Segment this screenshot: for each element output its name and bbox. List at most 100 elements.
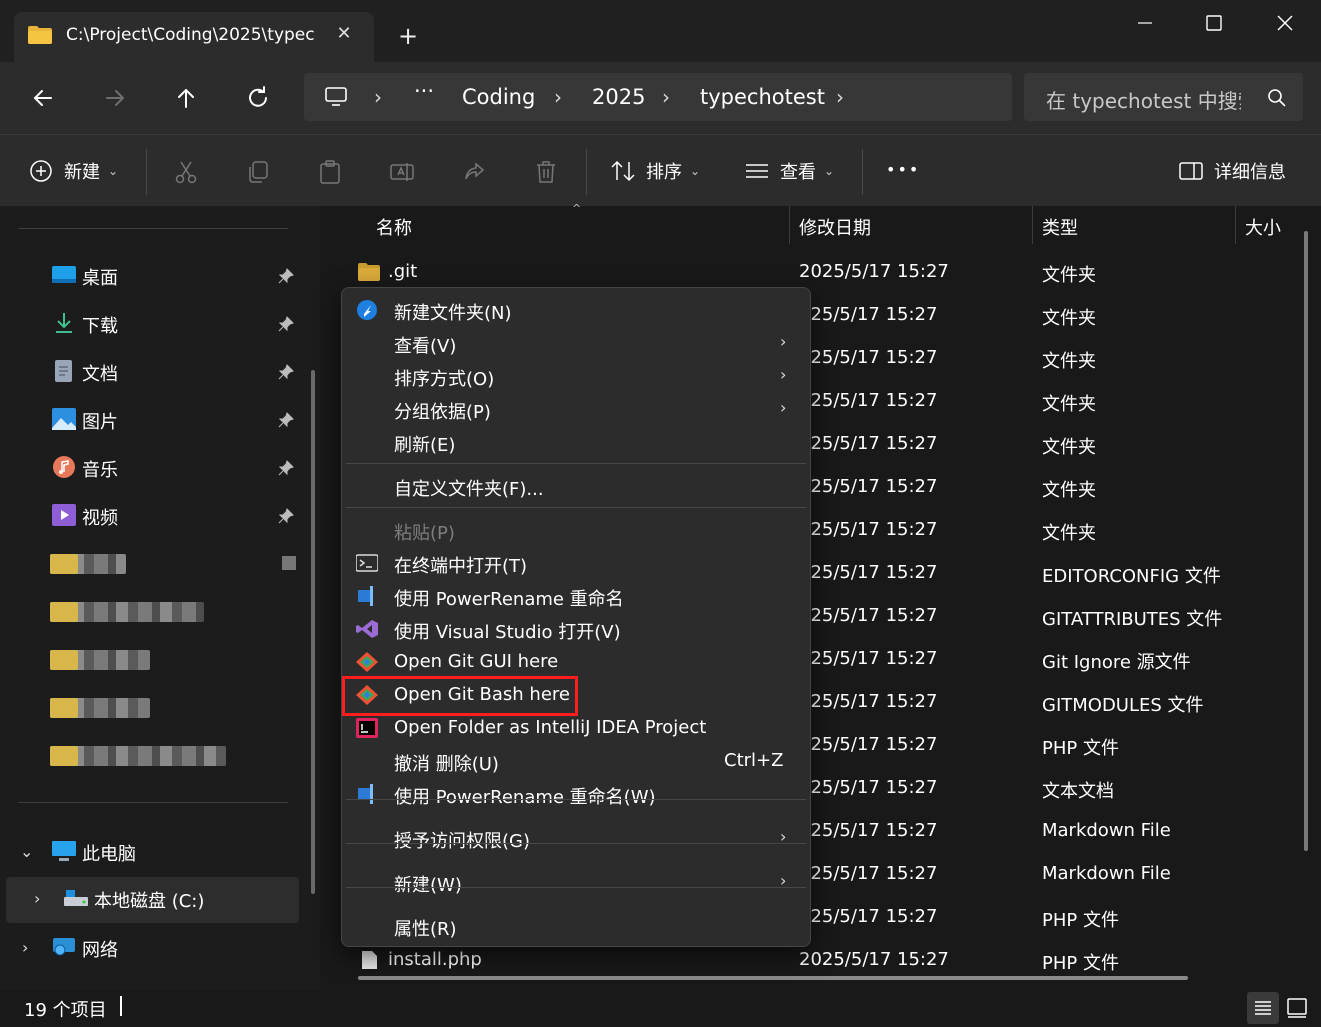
column-header-type[interactable]: 类型 [1042, 214, 1078, 240]
refresh-button[interactable] [240, 80, 276, 116]
sidebar-item-local-disk[interactable]: › 本地磁盘 (C:) [6, 877, 299, 923]
column-header-size[interactable]: 大小 [1245, 214, 1281, 240]
search-box[interactable]: 在 typechotest 中搜索 [1024, 73, 1303, 121]
context-menu-item[interactable]: 分组依据(P) › [342, 392, 810, 425]
context-menu-item[interactable]: 使用 PowerRename 重命名 [342, 579, 810, 612]
divider [862, 149, 863, 195]
column-divider[interactable] [1235, 206, 1236, 244]
share-icon[interactable] [461, 159, 487, 185]
context-menu-item-label: Open Folder as IntelliJ IDEA Project [394, 717, 707, 738]
file-type: Markdown File [1042, 863, 1171, 884]
context-menu-item[interactable]: 在终端中打开(T) [342, 546, 810, 579]
pin-icon [278, 460, 294, 476]
sort-ascending-icon: ^ [572, 202, 582, 215]
maximize-button[interactable] [1199, 8, 1229, 38]
context-menu-item[interactable]: Open Git GUI here [342, 645, 810, 678]
breadcrumb-chevron-icon[interactable]: › [836, 85, 844, 109]
chevron-right-icon[interactable]: › [34, 889, 40, 908]
context-menu-item[interactable]: 自定义文件夹(F)... [342, 469, 810, 502]
new-button[interactable]: 新建 ⌄ [28, 155, 118, 187]
context-menu-item[interactable]: 查看(V) › [342, 326, 810, 359]
file-modified: 025/5/17 15:27 [799, 691, 938, 712]
breadcrumb-chevron-icon[interactable]: › [554, 85, 562, 109]
minimize-button[interactable] [1130, 8, 1160, 38]
search-placeholder[interactable]: 在 typechotest 中搜索 [1046, 85, 1241, 114]
search-icon[interactable] [1267, 88, 1287, 108]
close-window-button[interactable] [1270, 8, 1300, 38]
breadcrumb-coding[interactable]: Coding [462, 85, 535, 109]
back-button[interactable] [25, 80, 61, 116]
more-options-button[interactable]: ••• [886, 153, 920, 185]
up-button[interactable] [168, 80, 204, 116]
column-divider[interactable] [1032, 206, 1033, 244]
sort-label: 排序 [646, 162, 682, 183]
sidebar-scrollbar[interactable] [311, 370, 315, 894]
context-menu: 新建文件夹(N) 查看(V) › 排序方式(O) › 分组依据(P) › 刷新(E) 自定义文件… [341, 287, 811, 947]
address-bar[interactable]: › ··· Coding › 2025 › typechotest › [304, 73, 1012, 121]
context-menu-item[interactable]: 属性(R) [342, 909, 810, 942]
sidebar-item-label: 文档 [82, 364, 118, 385]
breadcrumb-chevron-icon[interactable]: › [374, 85, 382, 109]
sidebar-item-blurred[interactable] [0, 590, 310, 634]
breadcrumb-chevron-icon[interactable]: › [662, 85, 670, 109]
sidebar-item-label: 本地磁盘 (C:) [94, 891, 205, 912]
sidebar-item-documents[interactable]: 文档 [0, 350, 310, 394]
sidebar-item-videos[interactable]: 视频 [0, 494, 310, 538]
rename-icon[interactable] [389, 159, 415, 185]
sort-button[interactable]: 排序 ⌄ [610, 155, 700, 187]
video-icon [52, 504, 76, 526]
new-tab-button[interactable]: + [394, 22, 422, 50]
context-menu-item[interactable]: 使用 PowerRename 重命名(W) [342, 777, 810, 810]
column-header-name[interactable]: 名称 [376, 214, 412, 240]
context-menu-item[interactable]: 授予访问权限(G) › [342, 821, 810, 854]
sidebar-item-music[interactable]: 音乐 [0, 446, 310, 490]
chevron-right-icon[interactable]: › [22, 938, 28, 957]
explorer-tab[interactable]: C:\Project\Coding\2025\typechotest ✕ [14, 12, 374, 62]
breadcrumb-ellipsis[interactable]: ··· [414, 79, 434, 103]
large-icons-view-icon[interactable] [1281, 992, 1313, 1024]
context-menu-item-label: 分组依据(P) [394, 402, 491, 423]
context-menu-item-label: 使用 Visual Studio 打开(V) [394, 622, 621, 643]
intellij-icon [356, 718, 378, 738]
column-header-modified[interactable]: 修改日期 [799, 214, 871, 240]
folder-icon [50, 602, 78, 622]
sidebar-item-blurred[interactable] [0, 542, 310, 586]
copy-icon[interactable] [245, 159, 271, 185]
chevron-down-icon[interactable]: ⌄ [20, 842, 33, 861]
breadcrumb-typechotest[interactable]: typechotest [700, 85, 825, 109]
context-menu-item[interactable]: 新建(W) › [342, 865, 810, 898]
paste-icon[interactable] [317, 159, 343, 185]
delete-icon[interactable] [533, 159, 559, 185]
folder-icon [50, 698, 78, 718]
folder-icon [50, 650, 78, 670]
sidebar-item-blurred[interactable] [0, 734, 310, 778]
sidebar-item-blurred[interactable] [0, 638, 310, 682]
sidebar-item-pictures[interactable]: 图片 [0, 398, 310, 442]
context-menu-item[interactable]: 新建文件夹(N) [342, 293, 810, 326]
sidebar-item-blurred[interactable] [0, 686, 310, 730]
file-name: install.php [388, 949, 482, 970]
file-modified: 025/5/17 15:27 [799, 476, 938, 497]
sidebar-item-this-pc[interactable]: ⌄ 此电脑 [0, 830, 310, 874]
breadcrumb-2025[interactable]: 2025 [592, 85, 645, 109]
sidebar-item-downloads[interactable]: 下载 [0, 302, 310, 346]
context-menu-item-label: 刷新(E) [394, 435, 456, 456]
vertical-scrollbar[interactable] [1304, 231, 1308, 851]
context-menu-item[interactable]: 使用 Visual Studio 打开(V) [342, 612, 810, 645]
cut-icon[interactable] [173, 159, 199, 185]
sidebar-item-desktop[interactable]: 桌面 [0, 254, 310, 298]
details-pane-button[interactable]: 详细信息 [1178, 155, 1286, 187]
sidebar-item-label: 网络 [82, 940, 118, 961]
context-menu-item[interactable]: 刷新(E) [342, 425, 810, 458]
details-view-icon[interactable] [1247, 992, 1279, 1024]
sidebar-item-network[interactable]: › 网络 [0, 926, 310, 970]
column-divider[interactable] [789, 206, 790, 244]
tab-close-icon[interactable]: ✕ [334, 24, 354, 44]
file-modified: 025/5/17 15:27 [799, 734, 938, 755]
forward-button[interactable] [97, 80, 133, 116]
context-menu-item[interactable]: 排序方式(O) › [342, 359, 810, 392]
context-menu-item[interactable]: 撤消 删除(U) Ctrl+Z [342, 744, 810, 777]
tab-title: C:\Project\Coding\2025\typechotest [66, 25, 316, 45]
view-button[interactable]: 查看 ⌄ [744, 155, 834, 187]
horizontal-scrollbar[interactable] [358, 976, 1188, 980]
